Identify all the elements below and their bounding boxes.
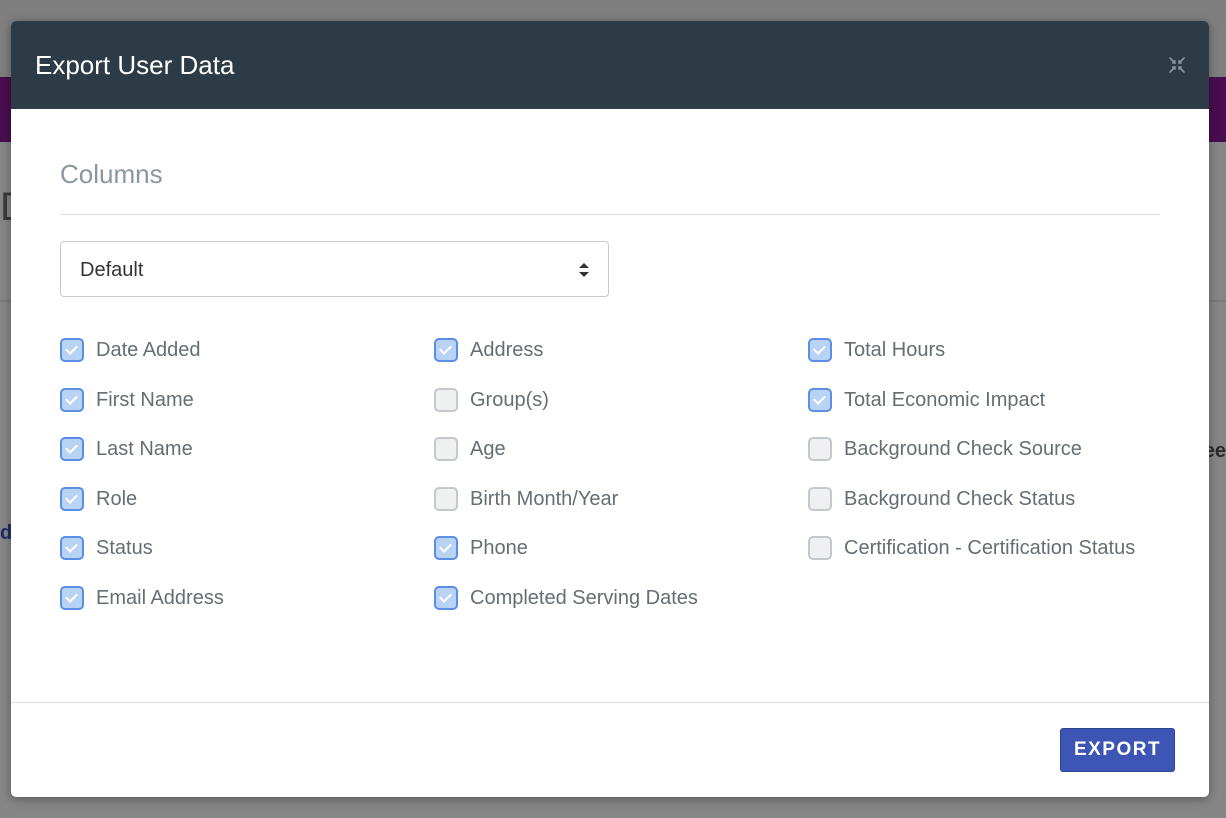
column-option[interactable]: Background Check Status (808, 486, 1135, 536)
export-user-data-modal: Export User Data Columns Default Date Ad… (11, 21, 1209, 797)
columns-section-title: Columns (60, 159, 163, 189)
checkbox-checked[interactable] (60, 536, 84, 561)
column-option[interactable]: Address (434, 337, 698, 387)
column-option-label: Status (96, 537, 153, 560)
checkbox-unchecked[interactable] (434, 387, 458, 412)
column-option[interactable]: Last Name (60, 436, 224, 486)
columns-group-1: Date Added First Name Last Name Role Status E… (60, 337, 224, 635)
checkbox-unchecked[interactable] (808, 437, 832, 462)
checkbox-checked[interactable] (434, 536, 458, 561)
column-option-label: Completed Serving Dates (470, 586, 698, 609)
columns-group-2: Address Group(s) Age Birth Month/Year Phone C… (434, 337, 698, 635)
sort-arrows-icon (579, 263, 589, 277)
column-option[interactable]: Birth Month/Year (434, 486, 698, 536)
column-option[interactable]: Background Check Source (808, 436, 1135, 486)
checkbox-unchecked[interactable] (808, 536, 832, 561)
column-option-label: Date Added (96, 339, 201, 361)
checkbox-checked[interactable] (60, 585, 84, 610)
column-preset-value: Default (80, 259, 144, 281)
column-option-label: Group(s) (470, 388, 549, 411)
column-option[interactable]: Total Hours (808, 337, 1135, 387)
column-option-label: Age (470, 438, 506, 461)
checkbox-checked[interactable] (60, 338, 84, 362)
checkbox-unchecked[interactable] (434, 486, 458, 511)
checkbox-checked[interactable] (808, 387, 832, 412)
column-option-label: First Name (96, 388, 194, 411)
column-option[interactable]: Completed Serving Dates (434, 585, 698, 635)
column-preset-select[interactable]: Default (60, 241, 609, 297)
column-option[interactable]: Total Economic Impact (808, 387, 1135, 437)
checkbox-checked[interactable] (60, 437, 84, 462)
checkbox-checked[interactable] (434, 338, 458, 362)
column-option-label: Role (96, 487, 138, 510)
column-option-label: Phone (470, 537, 528, 560)
column-option[interactable]: Date Added (60, 337, 224, 387)
section-divider (60, 214, 1160, 215)
checkbox-checked[interactable] (808, 338, 832, 362)
column-option-label: Total Economic Impact (844, 388, 1046, 411)
export-button[interactable]: EXPORT (1060, 728, 1175, 772)
checkbox-checked[interactable] (434, 585, 458, 610)
checkbox-checked[interactable] (60, 387, 84, 412)
column-option[interactable]: Group(s) (434, 387, 698, 437)
column-option[interactable]: First Name (60, 387, 224, 437)
modal-header: Export User Data (11, 21, 1209, 109)
checkbox-unchecked[interactable] (434, 437, 458, 462)
column-option[interactable]: Email Address (60, 585, 224, 635)
column-option-label: Address (470, 339, 544, 361)
checkbox-checked[interactable] (60, 486, 84, 511)
column-option-label: Background Check Source (844, 438, 1082, 461)
column-option-label: Birth Month/Year (470, 487, 619, 510)
column-option[interactable]: Status (60, 535, 224, 585)
column-option-label: Last Name (96, 438, 193, 461)
columns-group-3: Total Hours Total Economic Impact Backgrou… (808, 337, 1135, 585)
column-option[interactable]: Phone (434, 535, 698, 585)
footer-divider (11, 702, 1209, 703)
column-option-label: Certification - Certification Status (844, 537, 1136, 560)
column-option-label: Total Hours (844, 339, 946, 361)
column-option[interactable]: Age (434, 436, 698, 486)
column-option[interactable]: Certification - Certification Status (808, 535, 1135, 585)
column-option-label: Email Address (96, 586, 224, 609)
modal-title: Export User Data (35, 50, 235, 80)
close-icon[interactable] (1167, 55, 1187, 75)
column-option[interactable]: Role (60, 486, 224, 536)
checkbox-unchecked[interactable] (808, 486, 832, 511)
column-option-label: Background Check Status (844, 487, 1076, 510)
